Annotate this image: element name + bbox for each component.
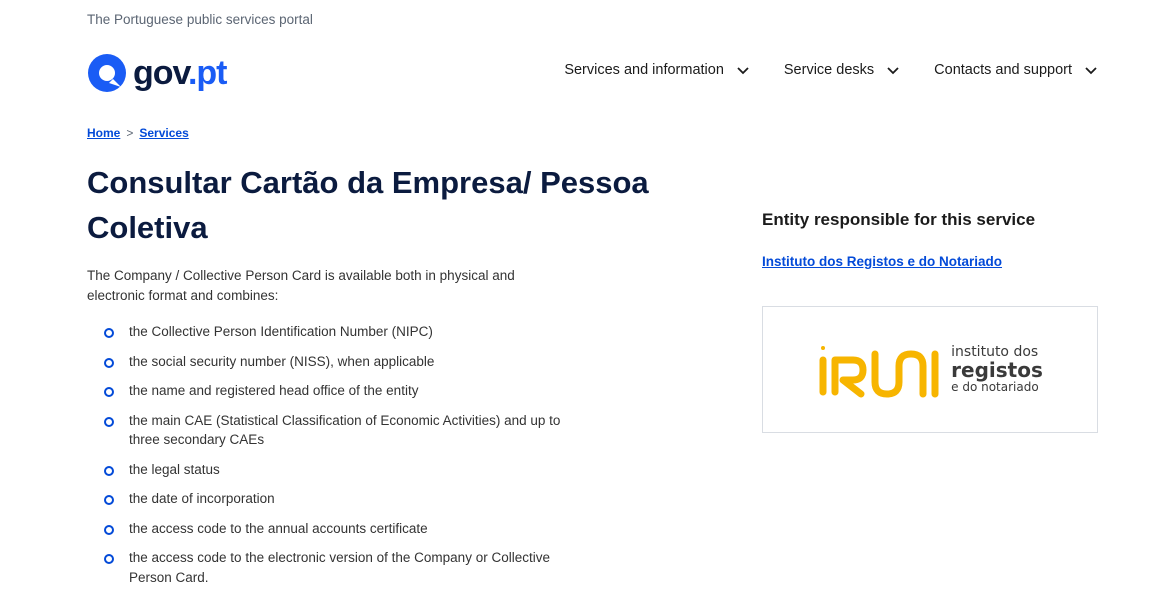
chevron-down-icon [887,67,899,75]
breadcrumb-services-link[interactable]: Services [139,126,188,140]
list-item-text: the Collective Person Identification Num… [129,324,433,339]
page-title: Consultar Cartão da Empresa/ Pessoa Cole… [87,165,649,245]
list-item: the main CAE (Statistical Classification… [87,411,587,450]
nav-contacts-and-support[interactable]: Contacts and support [934,62,1098,78]
tagline: The Portuguese public services portal [87,12,313,27]
features-list: the Collective Person Identification Num… [87,322,587,597]
logo-prefix: gov [133,54,189,92]
nav-service-desks[interactable]: Service desks [784,62,900,78]
logo-wordmark: gov.pt [133,54,228,92]
breadcrumb-separator: > [126,126,134,140]
breadcrumb: Home > Services [87,126,189,140]
bullet-icon [104,387,114,397]
irn-logo: instituto dos registos e do notariado [817,340,1043,400]
entity-logo: instituto dos registos e do notariado [762,306,1098,433]
nav-label: Service desks [783,62,875,78]
bullet-icon [104,328,114,338]
list-item: the access code to the electronic versio… [87,548,587,587]
intro-paragraph: The Company / Collective Person Card is … [87,268,515,303]
bullet-icon [104,416,114,427]
bullet-icon [104,524,114,535]
list-item: the date of incorporation [87,489,587,509]
list-item-text: the access code to the annual accounts c… [129,520,428,536]
list-item: the name and registered head office of t… [87,381,587,401]
bullet-icon [104,495,114,505]
list-item: the social security number (NISS), when … [87,352,587,372]
list-item-text: the date of incorporation [129,491,275,506]
logo-suffix: .pt [187,54,228,92]
nav-services-and-information[interactable]: Services and information [564,62,750,78]
bullet-icon [104,357,114,368]
entity-link[interactable]: Instituto dos Registos e do Notariado [762,254,1002,269]
irn-wordmark: instituto dos registos e do notariado [951,345,1043,393]
nav-label: Contacts and support [934,62,1072,78]
list-item-text: the main CAE (Statistical Classification… [129,412,561,448]
list-item-text: the name and registered head office of t… [129,383,419,398]
list-item-text: the social security number (NISS), when … [129,353,435,369]
list-item: the legal status [87,460,587,480]
bullet-icon [104,554,114,564]
list-item: the Collective Person Identification Num… [87,322,587,342]
chevron-down-icon [1085,67,1097,75]
irn-line3: e do notariado [951,380,1039,395]
speech-bubble-icon [87,53,127,93]
entity-heading: Entity responsible for this service [762,210,1036,229]
main-nav: Services and information Service desks C… [564,62,1098,78]
nav-label: Services and information [564,62,724,78]
govpt-logo[interactable]: gov.pt [87,52,228,94]
list-item: the access code to the annual accounts c… [87,519,587,539]
chevron-down-icon [737,67,749,75]
list-item-text: the legal status [129,461,220,477]
list-item-text: the access code to the electronic versio… [129,550,550,585]
breadcrumb-home-link[interactable]: Home [87,126,120,140]
irn-mark-icon [819,345,939,397]
irn-line2: registos [951,358,1043,383]
bullet-icon [104,465,114,476]
